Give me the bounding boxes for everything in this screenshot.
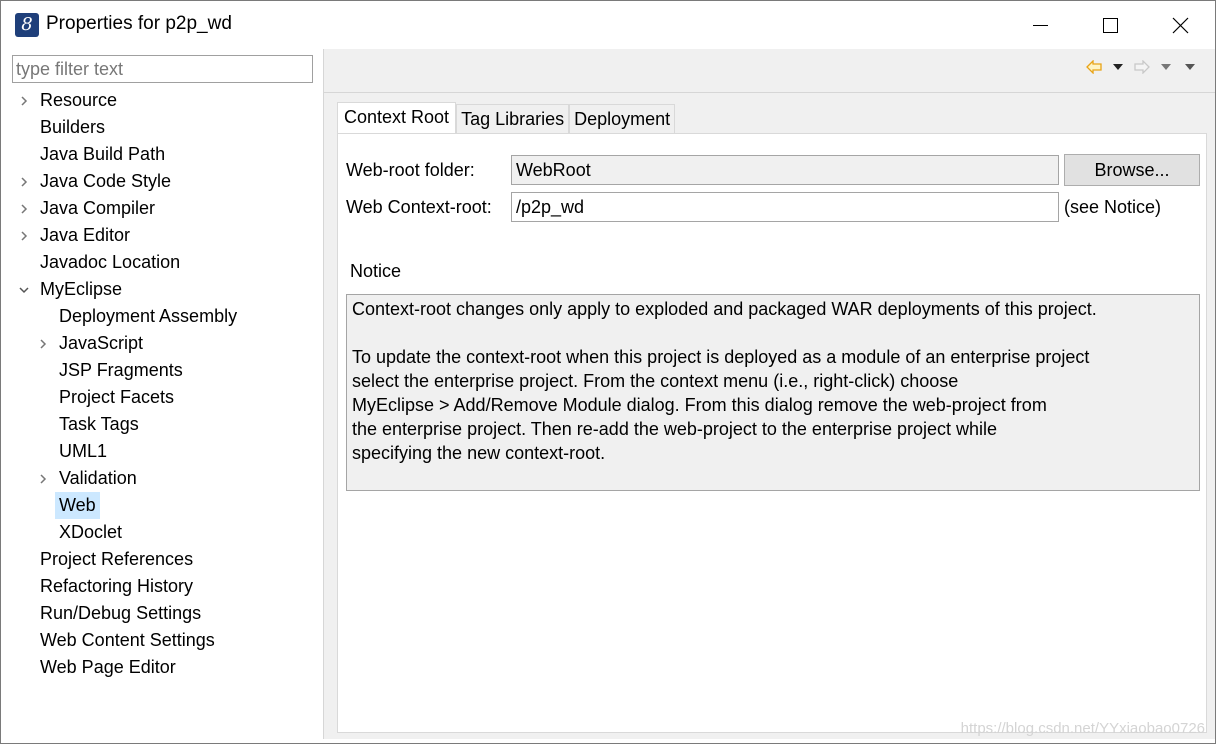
- tree-item-label: Project References: [40, 549, 194, 569]
- web-root-label: Web-root folder:: [346, 160, 475, 180]
- minimize-icon: [1032, 24, 1048, 26]
- view-menu-button[interactable]: [1179, 56, 1201, 78]
- tree-item-label: Builders: [40, 117, 106, 137]
- navigation-toolbar: [1083, 55, 1201, 79]
- tab-strip: Context Root Tag Libraries Deployment: [337, 102, 676, 134]
- tree-item-label: Run/Debug Settings: [40, 603, 202, 623]
- toolbar-divider: [324, 92, 1215, 93]
- tree-item[interactable]: Validation: [6, 465, 323, 492]
- tree-item[interactable]: Run/Debug Settings: [6, 600, 323, 627]
- chevron-down-icon[interactable]: [17, 276, 31, 303]
- tree-item-label: Web Content Settings: [40, 630, 215, 650]
- tree-item-label: Java Editor: [40, 225, 131, 245]
- context-root-panel: Web-root folder: WebRoot Browse... Web C…: [337, 133, 1207, 733]
- close-button[interactable]: [1145, 1, 1215, 49]
- see-notice-text: (see Notice): [1064, 197, 1162, 217]
- tree-item[interactable]: MyEclipse: [6, 276, 323, 303]
- back-button[interactable]: [1083, 56, 1105, 78]
- chevron-right-icon[interactable]: [36, 330, 50, 357]
- tree-item-label: Web: [55, 492, 100, 519]
- tree-item[interactable]: JavaScript: [6, 330, 323, 357]
- tree-item[interactable]: UML1: [6, 438, 323, 465]
- tree-item[interactable]: Java Editor: [6, 222, 323, 249]
- tree-item-label: Javadoc Location: [40, 252, 181, 272]
- tree-item-label: Project Facets: [59, 387, 175, 407]
- chevron-right-icon[interactable]: [17, 168, 31, 195]
- context-root-label: Web Context-root:: [346, 197, 492, 217]
- chevron-down-icon: [1113, 64, 1123, 70]
- close-icon: [1172, 17, 1188, 33]
- notice-line: specifying the new context-root.: [352, 443, 606, 463]
- tree-item-label: Task Tags: [59, 414, 139, 434]
- tree-item-label: Resource: [40, 90, 118, 110]
- tree-item-label: Deployment Assembly: [59, 306, 238, 326]
- property-tree: Resource Builders Java Build Path Java Code…: [6, 87, 323, 681]
- forward-button[interactable]: [1131, 56, 1153, 78]
- chevron-right-icon[interactable]: [36, 465, 50, 492]
- back-menu-button[interactable]: [1107, 56, 1129, 78]
- tree-item[interactable]: Web: [6, 492, 323, 519]
- browse-button[interactable]: Browse...: [1064, 154, 1200, 186]
- tree-item[interactable]: Web Page Editor: [6, 654, 323, 681]
- filter-input[interactable]: [12, 55, 313, 83]
- tree-item[interactable]: Java Compiler: [6, 195, 323, 222]
- maximize-icon: [1102, 17, 1118, 33]
- chevron-right-icon[interactable]: [17, 222, 31, 249]
- chevron-right-icon[interactable]: [17, 87, 31, 114]
- title-bar[interactable]: 8 Properties for p2p_wd: [1, 1, 1215, 49]
- left-panel: Resource Builders Java Build Path Java Code…: [6, 49, 323, 739]
- tree-item[interactable]: Web Content Settings: [6, 627, 323, 654]
- tree-item[interactable]: Javadoc Location: [6, 249, 323, 276]
- tab-deployment[interactable]: Deployment: [569, 104, 676, 134]
- notice-line: the enterprise project. Then re-add the …: [352, 419, 998, 439]
- notice-line: To update the context-root when this pro…: [352, 347, 1090, 367]
- tree-item[interactable]: Refactoring History: [6, 573, 323, 600]
- tree-item[interactable]: Resource: [6, 87, 323, 114]
- tree-item[interactable]: Java Build Path: [6, 141, 323, 168]
- tree-item[interactable]: JSP Fragments: [6, 357, 323, 384]
- tree-item-label: Refactoring History: [40, 576, 194, 596]
- notice-paragraph-1: Context-root changes only apply to explo…: [352, 299, 1097, 319]
- tree-item-label: Validation: [59, 468, 137, 488]
- forward-arrow-icon: [1134, 60, 1150, 74]
- chevron-down-icon: [1185, 64, 1195, 70]
- tree-item-label: JSP Fragments: [59, 360, 183, 380]
- window-title: Properties for p2p_wd: [46, 13, 232, 34]
- chevron-right-icon[interactable]: [17, 195, 31, 222]
- tree-item[interactable]: XDoclet: [6, 519, 323, 546]
- tree-item-label: XDoclet: [59, 522, 123, 542]
- tree-item-label: UML1: [59, 441, 108, 461]
- back-arrow-icon: [1086, 60, 1102, 74]
- right-panel: Context Root Tag Libraries Deployment We…: [324, 49, 1215, 739]
- minimize-button[interactable]: [1005, 1, 1075, 49]
- tree-item[interactable]: Task Tags: [6, 411, 323, 438]
- watermark-text: https://blog.csdn.net/YYxiaobao0726: [960, 720, 1205, 737]
- notice-line: select the enterprise project. From the …: [352, 371, 959, 391]
- properties-dialog: 8 Properties for p2p_wd Resource Builders…: [0, 0, 1216, 744]
- tree-item-label: Web Page Editor: [40, 657, 176, 677]
- tree-item-label: JavaScript: [59, 333, 144, 353]
- myeclipse-app-icon: 8: [15, 13, 39, 37]
- tree-item-label: Java Build Path: [40, 144, 166, 164]
- notice-line: MyEclipse > Add/Remove Module dialog. Fr…: [352, 395, 1047, 415]
- notice-heading: Notice: [350, 261, 402, 281]
- tab-tag-libraries[interactable]: Tag Libraries: [456, 104, 570, 134]
- tree-item-label: Java Compiler: [40, 198, 156, 218]
- web-root-field: WebRoot: [511, 155, 1059, 185]
- tree-item[interactable]: Project Facets: [6, 384, 323, 411]
- maximize-button[interactable]: [1075, 1, 1145, 49]
- forward-menu-button[interactable]: [1155, 56, 1177, 78]
- tree-item[interactable]: Builders: [6, 114, 323, 141]
- context-root-input[interactable]: [511, 192, 1059, 222]
- notice-text-box: Context-root changes only apply to explo…: [346, 294, 1200, 491]
- tree-item[interactable]: Java Code Style: [6, 168, 323, 195]
- chevron-down-icon: [1161, 64, 1171, 70]
- tree-item-label: Java Code Style: [40, 171, 172, 191]
- tree-item[interactable]: Project References: [6, 546, 323, 573]
- tree-item-label: MyEclipse: [40, 279, 123, 299]
- tab-context-root[interactable]: Context Root: [337, 102, 457, 134]
- tree-item[interactable]: Deployment Assembly: [6, 303, 323, 330]
